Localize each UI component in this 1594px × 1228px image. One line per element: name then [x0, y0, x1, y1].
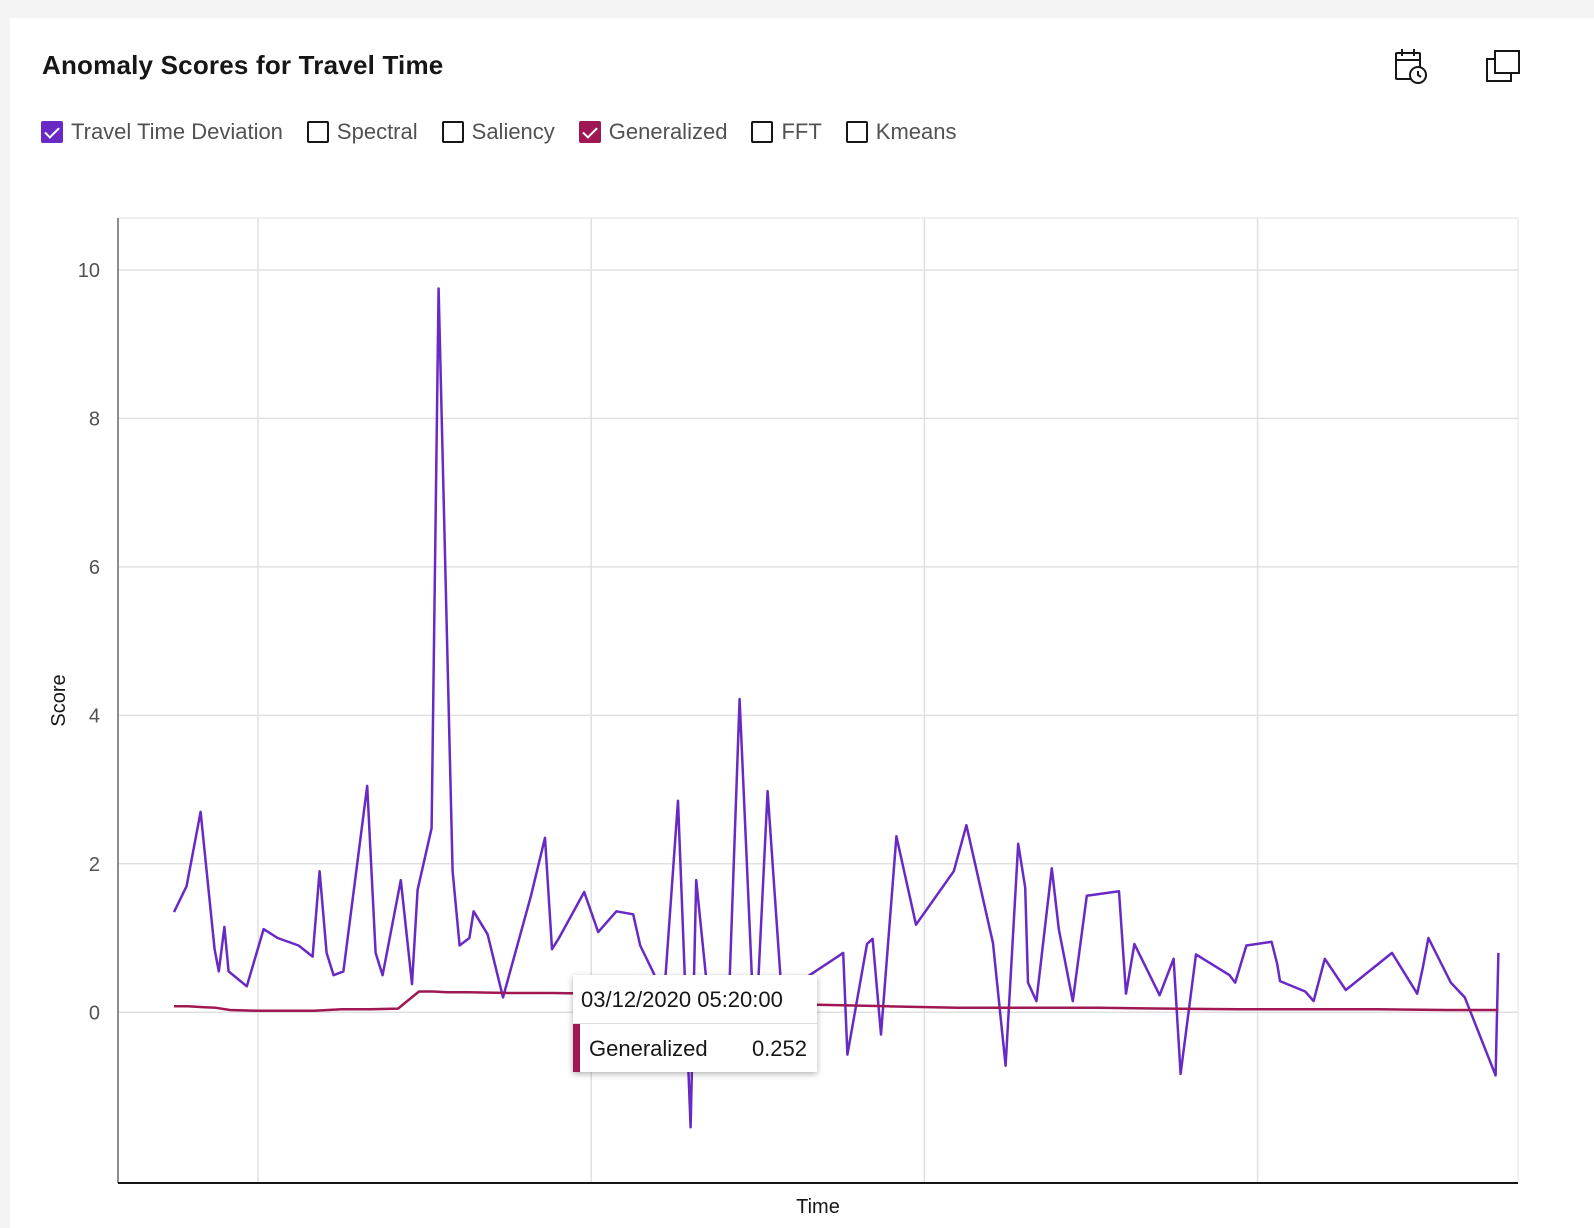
tooltip-series-swatch [573, 1024, 580, 1072]
y-tick-label: 8 [89, 408, 100, 430]
y-tick-label: 6 [89, 557, 100, 579]
chart-card: Anomaly Scores for Travel Time Travel Ti… [10, 18, 1594, 1228]
tooltip-date: 03/12/2020 05:20:00 [581, 987, 783, 1012]
y-tick-label: 0 [89, 1002, 100, 1024]
y-tick-label: 4 [89, 705, 100, 727]
tooltip-divider [573, 1023, 817, 1024]
series-line-generalized [174, 990, 1499, 1013]
y-axis-title: Score [48, 674, 70, 726]
y-tick-label: 10 [78, 260, 100, 282]
series-line-travel-time-deviation [172, 287, 1500, 1129]
x-axis-title: Time [796, 1196, 840, 1218]
y-tick-label: 2 [89, 854, 100, 876]
chart-tooltip: 03/12/2020 05:20:00 Generalized 0.252 [573, 975, 817, 1072]
tooltip-series-value: 0.252 [751, 1036, 807, 1061]
tooltip-series-name: Generalized [589, 1036, 708, 1061]
plot-frame [117, 217, 1519, 1184]
